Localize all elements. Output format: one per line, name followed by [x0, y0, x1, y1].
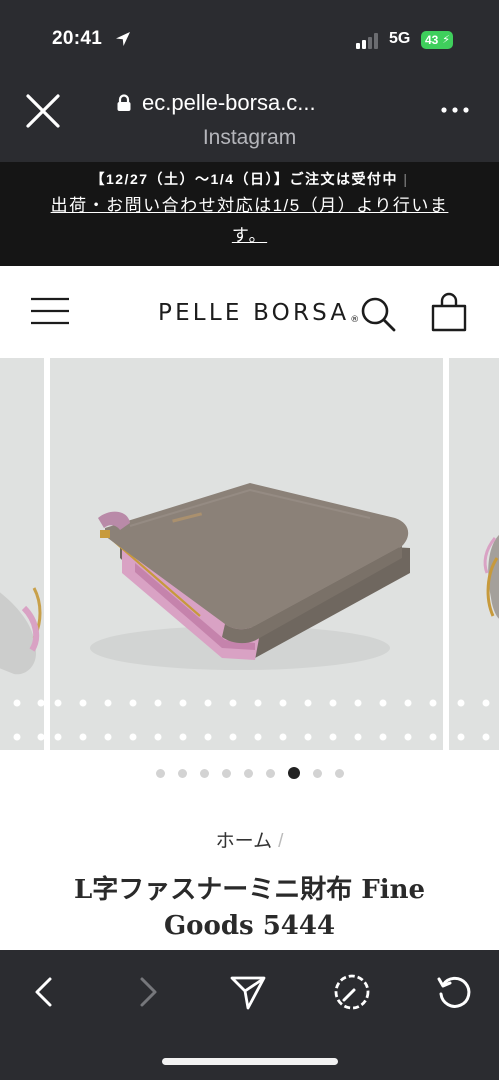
notice-separator: | — [403, 171, 409, 187]
status-time: 20:41 — [52, 28, 103, 49]
product-title-line-2: Goods 5444 — [163, 911, 336, 941]
reload-icon[interactable] — [434, 972, 474, 1012]
breadcrumb-home-link[interactable]: ホーム — [216, 831, 272, 852]
chevron-right-icon[interactable] — [128, 972, 168, 1012]
brand-logo[interactable]: PELLE BORSA® — [158, 300, 359, 326]
breadcrumb-separator: / — [278, 831, 284, 852]
product-gallery[interactable] — [0, 358, 499, 750]
gallery-pagination — [0, 766, 499, 780]
pager-dot[interactable] — [334, 768, 344, 778]
url-source-subtitle: Instagram — [202, 126, 297, 149]
signal-bars-icon — [356, 33, 378, 49]
pager-dot[interactable] — [199, 768, 209, 778]
gallery-slide-next[interactable] — [449, 358, 499, 750]
browser-chrome: 20:41 5G 43 ⚡ ec.pelle-borsa.c... Instagr… — [0, 0, 499, 162]
network-type: 5G — [389, 30, 411, 47]
brand-name: PELLE BORSA — [158, 300, 350, 326]
product-title: L字ファスナーミニ財布 Fine Goods 5444 — [30, 872, 469, 944]
notice-dates: 【12/27（土）～1/4（日）】ご注文は受付中 — [90, 171, 398, 187]
notice-line-1: 【12/27（土）～1/4（日）】ご注文は受付中 | — [0, 167, 499, 191]
pager-dot[interactable] — [177, 768, 187, 778]
pager-dot-active[interactable] — [287, 767, 300, 779]
search-icon[interactable] — [360, 296, 396, 332]
address-bar[interactable]: ec.pelle-borsa.c... — [116, 88, 406, 118]
pager-dot[interactable] — [155, 768, 165, 778]
pager-dot[interactable] — [243, 768, 253, 778]
home-indicator[interactable] — [162, 1058, 338, 1065]
breadcrumb: ホーム / — [0, 826, 499, 853]
battery-charging-icon: 43 ⚡ — [421, 31, 453, 49]
gallery-slide-current[interactable] — [50, 358, 443, 750]
shopping-bag-icon[interactable] — [430, 292, 468, 332]
registered-mark: ® — [350, 315, 360, 325]
notice-banner: 【12/27（土）～1/4（日）】ご注文は受付中 | 出荷・お問い合わせ対応は1… — [0, 162, 499, 266]
product-title-line-1: L字ファスナーミニ財布 Fine — [73, 875, 426, 905]
gallery-slide-previous[interactable] — [0, 358, 44, 750]
browser-toolbar — [0, 950, 499, 1080]
more-dots-icon[interactable] — [440, 104, 470, 116]
location-arrow-icon — [116, 32, 130, 46]
pager-dot[interactable] — [312, 768, 322, 778]
url-text: ec.pelle-borsa.c... — [142, 90, 316, 115]
pager-dot[interactable] — [221, 768, 231, 778]
close-icon[interactable] — [24, 92, 62, 130]
pager-dot[interactable] — [265, 768, 275, 778]
lock-icon — [117, 94, 131, 111]
battery-level: 43 — [425, 33, 439, 47]
compass-icon[interactable] — [332, 972, 372, 1012]
notice-link[interactable]: 出荷・お問い合わせ対応は1/5（月）より行います。 — [0, 191, 499, 251]
wallet-product-image — [90, 483, 410, 670]
chevron-left-icon[interactable] — [24, 972, 64, 1012]
send-icon[interactable] — [228, 972, 268, 1012]
hamburger-menu-icon[interactable] — [30, 296, 70, 326]
site-header: PELLE BORSA® — [0, 266, 499, 358]
